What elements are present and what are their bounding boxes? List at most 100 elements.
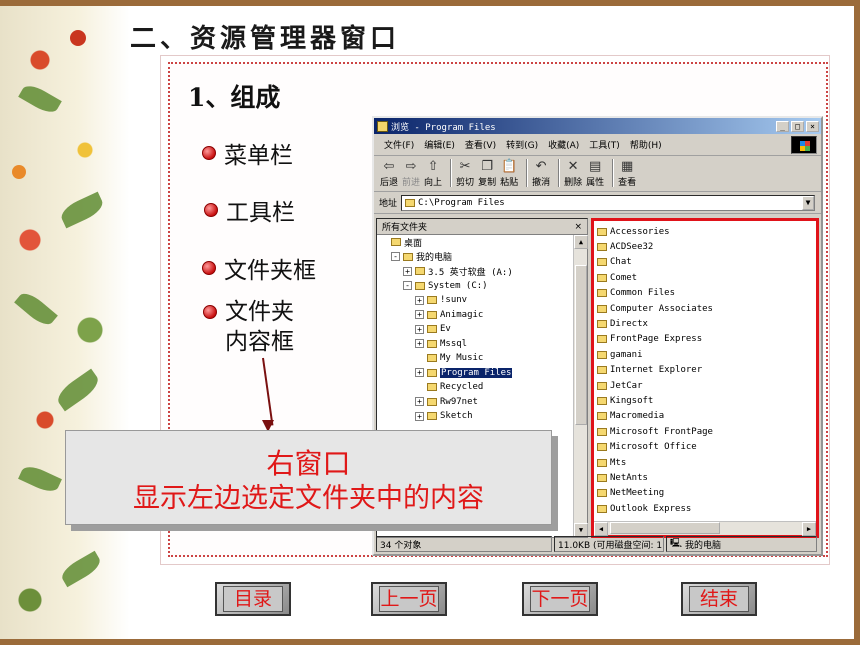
- forward-button[interactable]: ⇨ 前进: [402, 159, 420, 188]
- expand-toggle-icon[interactable]: +: [415, 397, 424, 407]
- scroll-thumb[interactable]: [575, 265, 587, 425]
- tree-node[interactable]: Recycled: [377, 380, 573, 395]
- maximize-button[interactable]: □: [791, 120, 804, 132]
- tree-node[interactable]: 桌面: [377, 235, 573, 250]
- minimize-button[interactable]: _: [776, 120, 789, 132]
- expand-toggle-icon[interactable]: +: [415, 411, 424, 421]
- close-button[interactable]: ×: [806, 120, 819, 132]
- cut-button[interactable]: ✂ 剪切: [456, 159, 474, 188]
- address-dropdown-button[interactable]: ▼: [802, 195, 814, 210]
- folder-icon: [427, 368, 437, 377]
- leaf-decoration: [18, 81, 62, 117]
- folder-item[interactable]: Comet: [597, 270, 816, 285]
- folder-icon: [597, 489, 607, 498]
- folder-item[interactable]: FrontPage Express: [597, 332, 816, 347]
- expand-toggle-icon[interactable]: +: [415, 324, 424, 334]
- folder-icon: [597, 258, 607, 267]
- folder-item[interactable]: JetCar: [597, 378, 816, 393]
- folder-icon: [427, 397, 437, 406]
- menu-help[interactable]: 帮助(H): [630, 138, 662, 151]
- status-bar: 34 个对象 11.0KB (可用磁盘空间: 1. 🖳 我的电脑: [376, 536, 819, 552]
- expand-toggle-icon[interactable]: +: [415, 368, 424, 378]
- tree-pane-close-button[interactable]: ×: [574, 222, 582, 232]
- tree-node[interactable]: + Sketch: [377, 409, 573, 424]
- folder-item[interactable]: Internet Explorer: [597, 363, 816, 378]
- folder-item[interactable]: NetAnts: [597, 470, 816, 485]
- tree-node[interactable]: + Ev: [377, 322, 573, 337]
- folder-item[interactable]: Kingsoft: [597, 393, 816, 408]
- menu-edit[interactable]: 编辑(E): [424, 138, 455, 151]
- tree-node[interactable]: + !sunv: [377, 293, 573, 308]
- folder-item[interactable]: Directx: [597, 316, 816, 331]
- expand-toggle-icon[interactable]: +: [403, 266, 412, 276]
- bullet-label: 工具栏: [226, 200, 295, 226]
- menu-go[interactable]: 转到(G): [506, 138, 538, 151]
- scroll-thumb[interactable]: [610, 522, 720, 534]
- menu-file[interactable]: 文件(F): [384, 138, 414, 151]
- folder-item[interactable]: Mts: [597, 455, 816, 470]
- folder-item[interactable]: Microsoft Office: [597, 439, 816, 454]
- folder-item[interactable]: Macromedia: [597, 409, 816, 424]
- tree-node[interactable]: - 我的电脑: [377, 250, 573, 265]
- address-input[interactable]: C:\Program Files ▼: [401, 194, 815, 211]
- tree-vertical-scrollbar[interactable]: ▲ ▼: [573, 235, 588, 537]
- expand-toggle-icon[interactable]: +: [415, 295, 424, 305]
- window-titlebar[interactable]: 浏览 - Program Files _ □ ×: [374, 118, 821, 134]
- folder-item[interactable]: Outlook Express: [597, 501, 816, 516]
- tree-node[interactable]: + Rw97net: [377, 395, 573, 410]
- view-button[interactable]: ▦ 查看: [618, 159, 636, 188]
- paste-button[interactable]: 📋 粘贴: [500, 159, 518, 188]
- window-title: 浏览 - Program Files: [391, 122, 496, 133]
- tree-node[interactable]: +3.5 英寸软盘 (A:): [377, 264, 573, 279]
- folder-item[interactable]: ACDSee32: [597, 239, 816, 254]
- next-page-button[interactable]: 下一页: [522, 582, 598, 616]
- scroll-right-button[interactable]: ▶: [802, 522, 816, 536]
- frame-bottom: [0, 639, 860, 645]
- menu-tools[interactable]: 工具(T): [589, 138, 620, 151]
- tree-node[interactable]: + Mssql: [377, 337, 573, 352]
- menu-view[interactable]: 查看(V): [465, 138, 496, 151]
- expand-toggle-icon[interactable]: +: [415, 310, 424, 320]
- end-button[interactable]: 结束: [681, 582, 757, 616]
- folder-item[interactable]: Chat: [597, 255, 816, 270]
- tree-node[interactable]: - System (C:): [377, 279, 573, 294]
- folder-item-label: Kingsoft: [610, 395, 654, 406]
- folder-item[interactable]: Common Files: [597, 286, 816, 301]
- folder-icon: [597, 366, 607, 375]
- copy-button[interactable]: ❐ 复制: [478, 159, 496, 188]
- tree-node[interactable]: My Music: [377, 351, 573, 366]
- tree-node[interactable]: + Program Files: [377, 366, 573, 381]
- collapse-toggle-icon[interactable]: -: [403, 281, 412, 291]
- folder-item-label: Directx: [610, 319, 648, 330]
- menu-favorites[interactable]: 收藏(A): [548, 138, 579, 151]
- tree-spacer: [415, 382, 424, 392]
- expand-toggle-icon[interactable]: +: [415, 339, 424, 349]
- properties-button[interactable]: ▤ 属性: [586, 159, 604, 188]
- folder-item[interactable]: Computer Associates: [597, 301, 816, 316]
- tree-node-label: 桌面: [404, 238, 423, 249]
- folder-icon: [597, 304, 607, 313]
- tree-pane-title: 所有文件夹: [382, 223, 428, 233]
- folder-icon: [597, 243, 607, 252]
- scroll-down-button[interactable]: ▼: [574, 523, 588, 537]
- tree-node[interactable]: + Animagic: [377, 308, 573, 323]
- slide-title: 二、资源管理器窗口: [130, 24, 401, 54]
- leaf-decoration: [18, 462, 62, 496]
- folder-item[interactable]: gamani: [597, 347, 816, 362]
- folder-item[interactable]: Microsoft FrontPage: [597, 424, 816, 439]
- collapse-toggle-icon[interactable]: -: [391, 252, 400, 262]
- toc-button[interactable]: 目录: [215, 582, 291, 616]
- scroll-left-button[interactable]: ◀: [594, 522, 608, 536]
- up-button[interactable]: ⇧ 向上: [424, 159, 442, 188]
- tree-node-label: Recycled: [440, 382, 484, 393]
- contents-horizontal-scrollbar[interactable]: ◀ ▶: [594, 521, 816, 536]
- delete-button[interactable]: ✕ 删除: [564, 159, 582, 188]
- folder-icon: [597, 289, 607, 298]
- scroll-up-button[interactable]: ▲: [574, 235, 588, 249]
- prev-page-button[interactable]: 上一页: [371, 582, 447, 616]
- undo-button[interactable]: ↶ 撤消: [532, 159, 550, 188]
- back-button[interactable]: ⇦ 后退: [380, 159, 398, 188]
- folder-item[interactable]: NetMeeting: [597, 486, 816, 501]
- folder-item[interactable]: Accessories: [597, 224, 816, 239]
- bullet-dot-icon: [203, 305, 217, 319]
